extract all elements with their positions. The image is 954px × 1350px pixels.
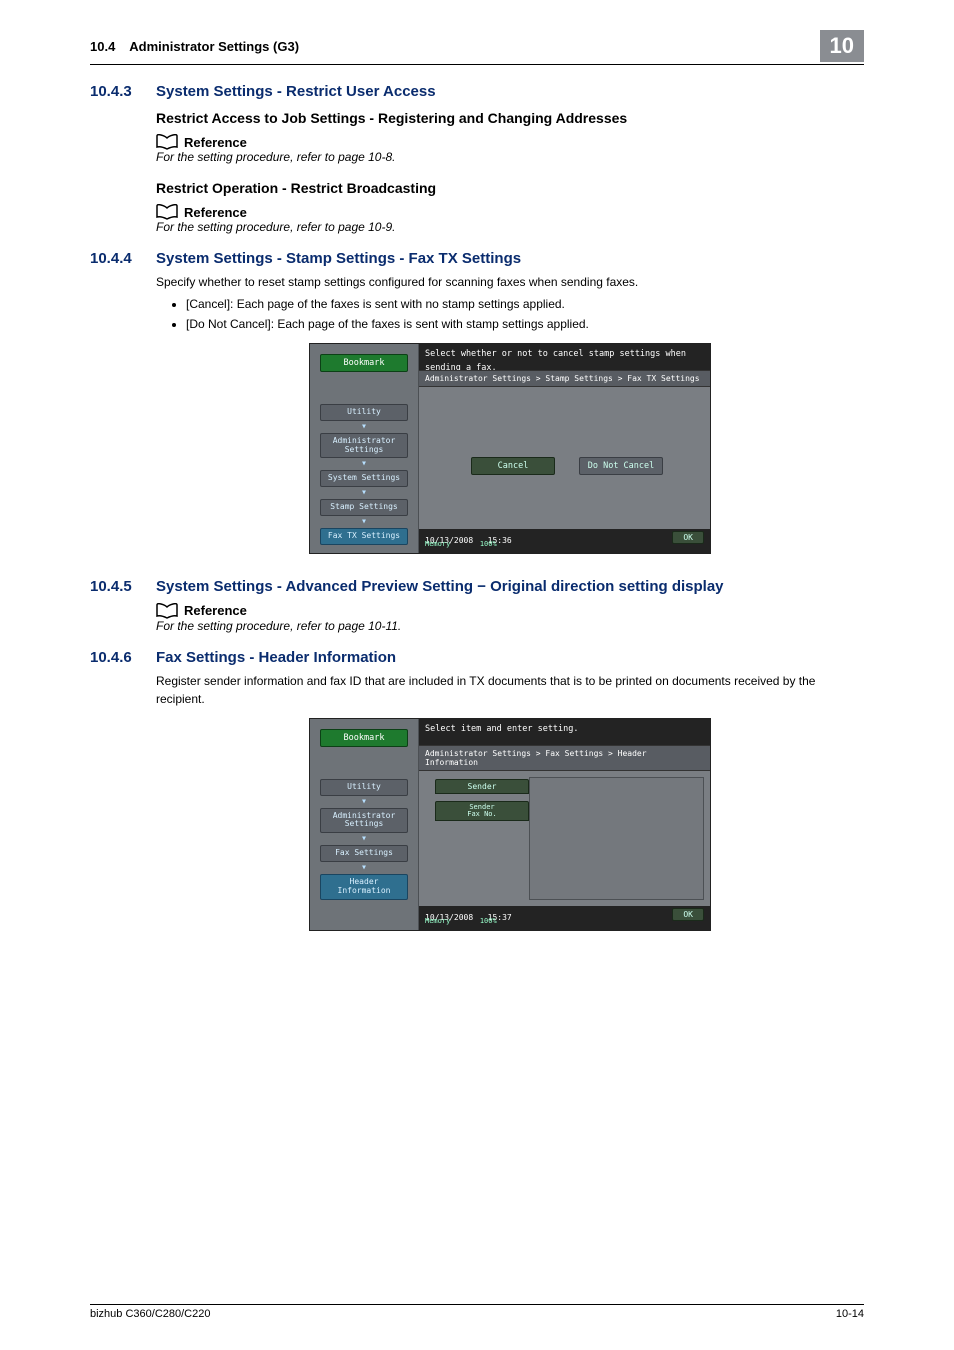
book-icon bbox=[156, 204, 178, 220]
instruction-text: Select whether or not to cancel stamp se… bbox=[419, 344, 710, 370]
section-title: System Settings - Stamp Settings - Fax T… bbox=[156, 250, 521, 267]
nav-admin-settings[interactable]: Administrator Settings bbox=[320, 808, 408, 834]
footer-model: bizhub C360/C280/C220 bbox=[90, 1308, 210, 1320]
arrow-down-icon: ▾ bbox=[361, 460, 367, 468]
page-header: 10.4 Administrator Settings (G3) 10 bbox=[90, 30, 864, 65]
reference-text: For the setting procedure, refer to page… bbox=[156, 150, 864, 164]
footer-page-number: 10-14 bbox=[836, 1308, 864, 1320]
arrow-down-icon: ▾ bbox=[361, 835, 367, 843]
status-memory-pct: 100% bbox=[480, 540, 497, 548]
list-item: [Do Not Cancel]: Each page of the faxes … bbox=[186, 315, 864, 333]
nav-stamp-settings[interactable]: Stamp Settings bbox=[320, 499, 408, 516]
arrow-down-icon: ▾ bbox=[361, 423, 367, 431]
header-section-title: Administrator Settings (G3) bbox=[129, 39, 299, 54]
breadcrumb: Administrator Settings > Stamp Settings … bbox=[419, 370, 710, 387]
book-icon bbox=[156, 134, 178, 150]
reference-label: Reference bbox=[184, 205, 247, 220]
section-title: Fax Settings - Header Information bbox=[156, 649, 396, 666]
ok-button[interactable]: OK bbox=[672, 908, 704, 921]
nav-utility[interactable]: Utility bbox=[320, 779, 408, 796]
reference-text: For the setting procedure, refer to page… bbox=[156, 220, 864, 234]
section-title: System Settings - Advanced Preview Setti… bbox=[156, 578, 724, 595]
arrow-down-icon: ▾ bbox=[361, 518, 367, 526]
body-text: Register sender information and fax ID t… bbox=[156, 672, 864, 708]
nav-header-information[interactable]: Header Information bbox=[320, 874, 408, 900]
subsection-title: Restrict Access to Job Settings - Regist… bbox=[156, 110, 864, 126]
device-screenshot: Bookmark Utility ▾ Administrator Setting… bbox=[309, 718, 711, 931]
do-not-cancel-button[interactable]: Do Not Cancel bbox=[579, 457, 663, 475]
nav-fax-tx-settings[interactable]: Fax TX Settings bbox=[320, 528, 408, 545]
nav-fax-settings[interactable]: Fax Settings bbox=[320, 845, 408, 862]
cancel-button[interactable]: Cancel bbox=[471, 457, 555, 475]
nav-admin-settings[interactable]: Administrator Settings bbox=[320, 433, 408, 459]
section-number: 10.4.5 bbox=[90, 578, 156, 595]
chapter-tab: 10 bbox=[820, 30, 864, 62]
status-memory-label: Memory bbox=[425, 917, 450, 925]
list-item: [Cancel]: Each page of the faxes is sent… bbox=[186, 295, 864, 313]
status-memory-pct: 100% bbox=[480, 917, 497, 925]
breadcrumb: Administrator Settings > Fax Settings > … bbox=[419, 745, 710, 771]
section-title: System Settings - Restrict User Access bbox=[156, 83, 436, 100]
arrow-down-icon: ▾ bbox=[361, 798, 367, 806]
status-memory-label: Memory bbox=[425, 540, 450, 548]
arrow-down-icon: ▾ bbox=[361, 489, 367, 497]
section-number: 10.4.3 bbox=[90, 83, 156, 100]
reference-label: Reference bbox=[184, 603, 247, 618]
arrow-down-icon: ▾ bbox=[361, 864, 367, 872]
header-section-num: 10.4 bbox=[90, 39, 115, 54]
section-number: 10.4.4 bbox=[90, 250, 156, 267]
nav-utility[interactable]: Utility bbox=[320, 404, 408, 421]
device-screenshot: Bookmark Utility ▾ Administrator Setting… bbox=[309, 343, 711, 554]
sender-tab[interactable]: Sender bbox=[435, 779, 529, 794]
section-number: 10.4.6 bbox=[90, 649, 156, 666]
subsection-title: Restrict Operation - Restrict Broadcasti… bbox=[156, 180, 864, 196]
bookmark-button[interactable]: Bookmark bbox=[320, 729, 408, 747]
nav-system-settings[interactable]: System Settings bbox=[320, 470, 408, 487]
body-text: Specify whether to reset stamp settings … bbox=[156, 273, 864, 291]
reference-label: Reference bbox=[184, 135, 247, 150]
ok-button[interactable]: OK bbox=[672, 531, 704, 544]
book-icon bbox=[156, 603, 178, 619]
bookmark-button[interactable]: Bookmark bbox=[320, 354, 408, 372]
sender-fax-no-tab[interactable]: Sender Fax No. bbox=[435, 801, 529, 821]
reference-text: For the setting procedure, refer to page… bbox=[156, 619, 864, 633]
instruction-text: Select item and enter setting. bbox=[419, 719, 710, 745]
